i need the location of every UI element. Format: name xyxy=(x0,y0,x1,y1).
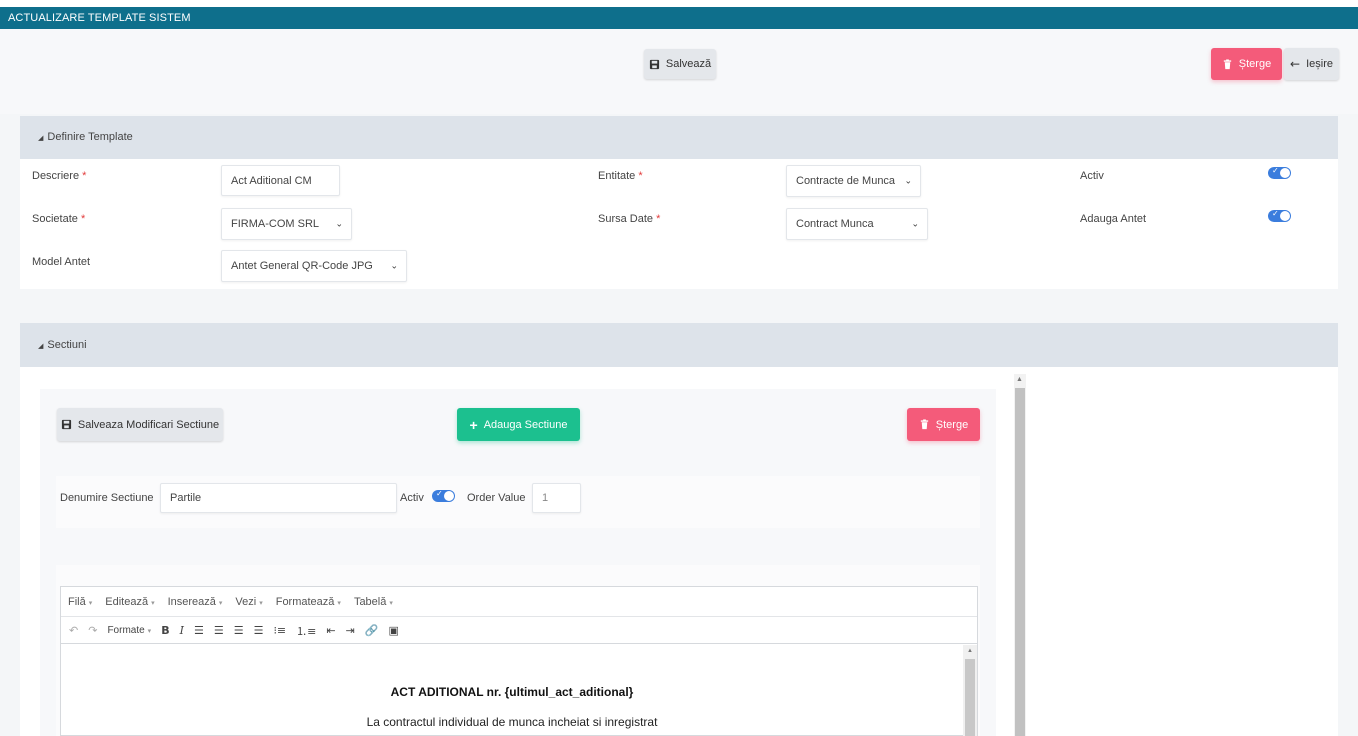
chevron-down-icon: ⌄ xyxy=(911,218,919,229)
numbered-list-icon[interactable]: ⒈≡ xyxy=(296,623,316,639)
denumire-sectiune-label: Denumire Sectiune xyxy=(60,492,154,504)
model-antet-label: Model Antet xyxy=(32,256,91,268)
document-line: La contractul individual de munca inchei… xyxy=(366,715,658,729)
chevron-down-icon: ⌄ xyxy=(390,260,398,271)
arrow-left-icon: ← xyxy=(1290,57,1301,71)
sectiuni-title: Sectiuni xyxy=(47,339,87,351)
outdent-icon[interactable]: ⇤ xyxy=(326,624,335,637)
menu-tabela[interactable]: Tabelă ▾ xyxy=(354,596,393,608)
collapse-triangle-icon: ◢ xyxy=(38,343,44,350)
model-antet-select[interactable]: Antet General QR-Code JPG ⌄ xyxy=(221,250,407,282)
formats-dropdown[interactable]: Formate ▾ xyxy=(107,625,151,636)
redo-icon[interactable]: ↷ xyxy=(88,624,97,637)
image-icon[interactable]: ▣ xyxy=(389,624,399,637)
floppy-icon xyxy=(61,419,71,430)
save-label: Salvează xyxy=(665,58,712,70)
floppy-icon xyxy=(649,59,659,69)
align-right-icon[interactable]: ☰ xyxy=(234,624,244,637)
save-section-changes-label: Salveaza Modificari Sectiune xyxy=(77,418,220,431)
rich-text-editor: Filă ▾ Editează ▾ Inserează ▾ Vezi ▾ Formate… xyxy=(60,586,978,736)
trash-icon xyxy=(920,419,928,430)
bullet-list-icon[interactable]: ⁝≡ xyxy=(273,624,286,637)
entitate-value: Contracte de Munca xyxy=(796,175,896,187)
editor-menubar: Filă ▾ Editează ▾ Inserează ▾ Vezi ▾ Formate… xyxy=(61,587,977,617)
societate-value: FIRMA-COM SRL xyxy=(231,218,319,230)
save-button[interactable]: Salvează xyxy=(644,49,716,79)
document-title: ACT ADITIONAL nr. {ultimul_act_aditional… xyxy=(390,685,634,699)
delete-button[interactable]: Șterge xyxy=(1211,48,1282,80)
menu-editeaza[interactable]: Editează ▾ xyxy=(105,596,154,608)
delete-label: Șterge xyxy=(1238,58,1272,70)
adauga-antet-toggle[interactable]: ✓ xyxy=(1268,209,1291,222)
add-section-button[interactable]: + Adauga Sectiune xyxy=(457,408,580,441)
order-value-label: Order Value xyxy=(467,492,526,504)
sursa-date-label: Sursa Date * xyxy=(598,213,661,225)
align-justify-icon[interactable]: ☰ xyxy=(254,624,264,637)
trash-icon xyxy=(1223,58,1231,69)
exit-label: Ieșire xyxy=(1306,58,1333,70)
denumire-sectiune-input[interactable]: Partile xyxy=(160,483,397,513)
editor-scroll-thumb[interactable] xyxy=(965,659,975,736)
section-activ-toggle[interactable]: ✓ xyxy=(432,489,455,502)
sursa-date-select[interactable]: Contract Munca ⌄ xyxy=(786,208,928,240)
add-section-label: Adauga Sectiune xyxy=(483,418,568,431)
section-scroll-thumb[interactable] xyxy=(1015,388,1025,736)
link-icon[interactable]: 🔗 xyxy=(365,624,379,637)
sursa-date-value: Contract Munca xyxy=(796,218,874,230)
menu-vezi[interactable]: Vezi ▾ xyxy=(235,596,262,608)
check-icon: ✓ xyxy=(436,489,443,498)
entitate-label: Entitate * xyxy=(598,170,643,182)
align-left-icon[interactable]: ☰ xyxy=(194,624,204,637)
page-title: ACTUALIZARE TEMPLATE SISTEM xyxy=(0,7,1358,29)
activ-toggle[interactable]: ✓ xyxy=(1268,166,1291,179)
adauga-antet-label: Adauga Antet xyxy=(1080,213,1147,225)
editor-toolbar: ↶ ↷ Formate ▾ B I ☰ ☰ ☰ ☰ ⁝≡ ⒈≡ ⇤ ⇥ 🔗 ▣ xyxy=(61,618,977,644)
section-scrollbar[interactable]: ▲ xyxy=(1014,374,1026,736)
indent-icon[interactable]: ⇥ xyxy=(346,624,355,637)
definire-template-title: Definire Template xyxy=(47,131,133,143)
scroll-up-icon[interactable]: ▲ xyxy=(967,648,973,654)
societate-select[interactable]: FIRMA-COM SRL ⌄ xyxy=(221,208,352,240)
align-center-icon[interactable]: ☰ xyxy=(214,624,224,637)
check-icon: ✓ xyxy=(1272,209,1279,218)
order-value-input[interactable]: 1 xyxy=(532,483,581,513)
sectiuni-header[interactable]: ◢ Sectiuni xyxy=(20,323,1338,367)
menu-insereaza[interactable]: Inserează ▾ xyxy=(168,596,223,608)
scroll-up-icon[interactable]: ▲ xyxy=(1016,376,1023,383)
editor-content[interactable]: ACT ADITIONAL nr. {ultimul_act_aditional… xyxy=(61,645,963,736)
model-antet-value: Antet General QR-Code JPG xyxy=(231,260,373,272)
definire-template-header[interactable]: ◢ Definire Template xyxy=(20,116,1338,159)
societate-label: Societate * xyxy=(32,213,86,225)
menu-fila[interactable]: Filă ▾ xyxy=(68,596,92,608)
check-icon: ✓ xyxy=(1272,166,1279,175)
bold-icon[interactable]: B xyxy=(161,624,169,637)
descriere-label: Descriere * xyxy=(32,170,87,182)
activ-label: Activ xyxy=(1080,170,1104,182)
section-activ-label: Activ xyxy=(400,492,424,504)
plus-icon: + xyxy=(469,416,478,433)
menu-formateaza[interactable]: Formatează ▾ xyxy=(276,596,341,608)
chevron-down-icon: ⌄ xyxy=(904,175,912,186)
top-strip xyxy=(0,0,1358,7)
entitate-select[interactable]: Contracte de Munca ⌄ xyxy=(786,165,921,197)
delete-section-button[interactable]: Șterge xyxy=(907,408,980,441)
save-section-changes-button[interactable]: Salveaza Modificari Sectiune xyxy=(57,408,223,441)
collapse-triangle-icon: ◢ xyxy=(38,135,44,142)
chevron-down-icon: ⌄ xyxy=(335,218,343,229)
descriere-input[interactable]: Act Aditional CM xyxy=(221,165,340,196)
italic-icon[interactable]: I xyxy=(180,624,184,637)
delete-section-label: Șterge xyxy=(935,418,969,431)
undo-icon[interactable]: ↶ xyxy=(69,624,78,637)
exit-button[interactable]: ← Ieșire xyxy=(1284,48,1339,80)
editor-scrollbar[interactable]: ▲ xyxy=(963,645,977,736)
